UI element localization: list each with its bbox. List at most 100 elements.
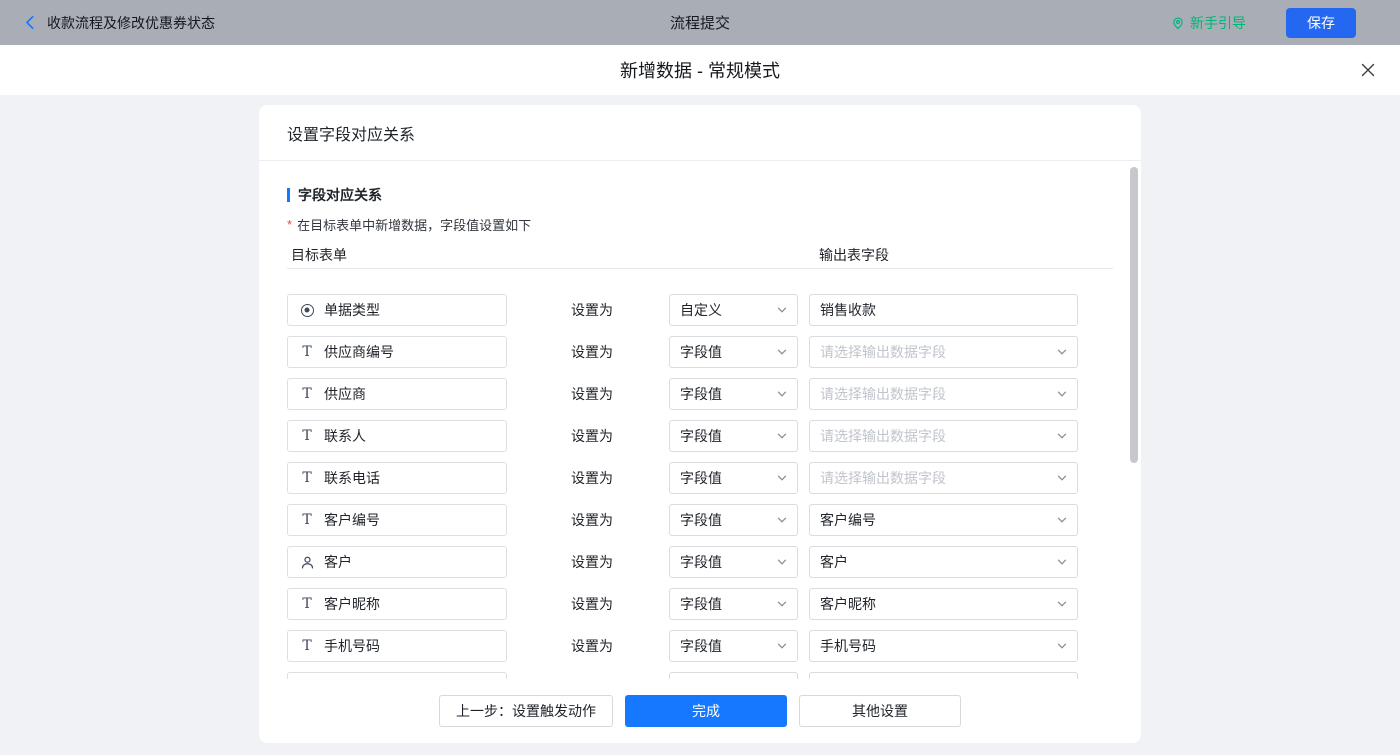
radio-field-icon [299, 303, 315, 317]
set-as-label: 设置为 [571, 386, 613, 402]
output-field-value: 客户 [820, 554, 848, 570]
topbar-actions: 新手引导 保存 [1171, 7, 1356, 38]
text-field-icon: T [302, 386, 312, 402]
target-field-box[interactable]: T 客户编号 [287, 504, 507, 536]
text-field-icon: T [302, 470, 312, 486]
set-as-label: 设置为 [571, 428, 613, 444]
output-field-value: 客户昵称 [820, 596, 876, 612]
mode-select[interactable]: 字段值 [669, 336, 798, 368]
target-field-box[interactable]: T 供应商 [287, 378, 507, 410]
save-button[interactable]: 保存 [1286, 7, 1356, 38]
set-as-label: 设置为 [571, 554, 613, 570]
hint-row: * 在目标表单中新增数据，字段值设置如下 [287, 215, 1113, 233]
field-mapping-row: T 联系电话 设置为 字段值 请选择输出数据字段 [287, 457, 1113, 499]
output-value-input[interactable]: 销售收款 [809, 294, 1078, 326]
mode-select-value: 字段值 [680, 596, 722, 612]
target-field-label: 单据类型 [324, 302, 380, 318]
mode-select[interactable]: 字段值 [669, 630, 798, 662]
field-mapping-row: T 客户昵称 设置为 字段值 客户昵称 [287, 583, 1113, 625]
field-mapping-row [287, 667, 1113, 679]
text-field-icon: T [302, 638, 312, 654]
chevron-down-icon [777, 347, 787, 357]
target-field-box[interactable]: T 联系电话 [287, 462, 507, 494]
target-field-label: 客户编号 [324, 512, 380, 528]
columns-header: 目标表单 输出表字段 [287, 245, 1113, 269]
card-footer: 上一步：设置触发动作 完成 其他设置 [259, 679, 1141, 743]
mapping-card: 设置字段对应关系 字段对应关系 * 在目标表单中新增数据，字段值设置如下 目标表… [259, 105, 1141, 743]
other-settings-button[interactable]: 其他设置 [799, 695, 961, 727]
output-field-select[interactable]: 手机号码 [809, 630, 1078, 662]
output-field-select[interactable]: 请选择输出数据字段 [809, 336, 1078, 368]
beginner-guide-link[interactable]: 新手引导 [1171, 13, 1246, 33]
mode-select-value: 字段值 [680, 638, 722, 654]
mode-select-value: 字段值 [680, 512, 722, 528]
output-field-value: 客户编号 [820, 512, 876, 528]
chevron-down-icon [1057, 557, 1067, 567]
output-field-select[interactable]: 请选择输出数据字段 [809, 420, 1078, 452]
prev-step-button[interactable]: 上一步：设置触发动作 [439, 695, 613, 727]
output-field-select[interactable]: 客户编号 [809, 504, 1078, 536]
output-field-value: 请选择输出数据字段 [820, 470, 946, 486]
target-field-box[interactable] [287, 672, 507, 679]
set-as-label: 设置为 [571, 470, 613, 486]
close-button[interactable] [1360, 62, 1376, 78]
target-field-label: 联系电话 [324, 470, 380, 486]
mode-select-value: 自定义 [680, 302, 722, 318]
output-field-select[interactable]: 客户昵称 [809, 588, 1078, 620]
target-field-box[interactable]: 客户 [287, 546, 507, 578]
column-output-fields: 输出表字段 [819, 247, 889, 263]
target-field-label: 客户 [324, 554, 352, 570]
set-as-label: 设置为 [571, 302, 613, 318]
back-button[interactable]: 收款流程及修改优惠券状态 [22, 13, 215, 33]
chevron-down-icon [777, 557, 787, 567]
target-field-label: 供应商编号 [324, 344, 394, 360]
guide-pin-icon [1171, 15, 1185, 31]
target-field-label: 客户昵称 [324, 596, 380, 612]
mode-select-value: 字段值 [680, 344, 722, 360]
field-mapping-list: 单据类型 设置为 自定义 销售收款 T 供应商编号 设置为 字段值 请选择输出数… [287, 269, 1113, 679]
column-target-form: 目标表单 [291, 247, 347, 263]
mode-select[interactable]: 字段值 [669, 462, 798, 494]
target-field-box[interactable]: T 客户昵称 [287, 588, 507, 620]
field-mapping-row: T 联系人 设置为 字段值 请选择输出数据字段 [287, 415, 1113, 457]
chevron-down-icon [1057, 389, 1067, 399]
mode-select[interactable]: 字段值 [669, 588, 798, 620]
mode-select[interactable]: 字段值 [669, 378, 798, 410]
target-field-box[interactable]: T 手机号码 [287, 630, 507, 662]
field-mapping-row: T 供应商编号 设置为 字段值 请选择输出数据字段 [287, 331, 1113, 373]
required-mark: * [287, 216, 293, 232]
modal-title: 新增数据 - 常规模式 [620, 61, 780, 81]
set-as-label: 设置为 [571, 638, 613, 654]
target-field-label: 手机号码 [324, 638, 380, 654]
set-as-label: 设置为 [571, 344, 613, 360]
target-field-label: 供应商 [324, 386, 366, 402]
chevron-down-icon [777, 473, 787, 483]
field-mapping-row: 单据类型 设置为 自定义 销售收款 [287, 289, 1113, 331]
mode-select-value: 字段值 [680, 386, 722, 402]
output-field-select[interactable]: 客户 [809, 546, 1078, 578]
chevron-down-icon [1057, 599, 1067, 609]
text-field-icon: T [302, 428, 312, 444]
target-field-box[interactable]: T 联系人 [287, 420, 507, 452]
chevron-down-icon [1057, 515, 1067, 525]
mode-select[interactable]: 字段值 [669, 420, 798, 452]
target-field-label: 联系人 [324, 428, 366, 444]
output-field-value: 请选择输出数据字段 [820, 386, 946, 402]
output-field-select[interactable] [809, 672, 1078, 679]
chevron-down-icon [777, 431, 787, 441]
output-field-select[interactable]: 请选择输出数据字段 [809, 462, 1078, 494]
mode-select[interactable]: 自定义 [669, 294, 798, 326]
done-button[interactable]: 完成 [625, 695, 787, 727]
target-field-box[interactable]: 单据类型 [287, 294, 507, 326]
back-chevron-icon [22, 14, 39, 31]
mode-select[interactable] [669, 672, 798, 679]
mode-select[interactable]: 字段值 [669, 504, 798, 536]
target-field-box[interactable]: T 供应商编号 [287, 336, 507, 368]
mode-select[interactable]: 字段值 [669, 546, 798, 578]
output-field-select[interactable]: 请选择输出数据字段 [809, 378, 1078, 410]
chevron-down-icon [777, 599, 787, 609]
chevron-down-icon [777, 641, 787, 651]
user-field-icon [299, 555, 315, 570]
output-field-value: 手机号码 [820, 638, 876, 654]
scrollbar-thumb[interactable] [1130, 167, 1138, 463]
